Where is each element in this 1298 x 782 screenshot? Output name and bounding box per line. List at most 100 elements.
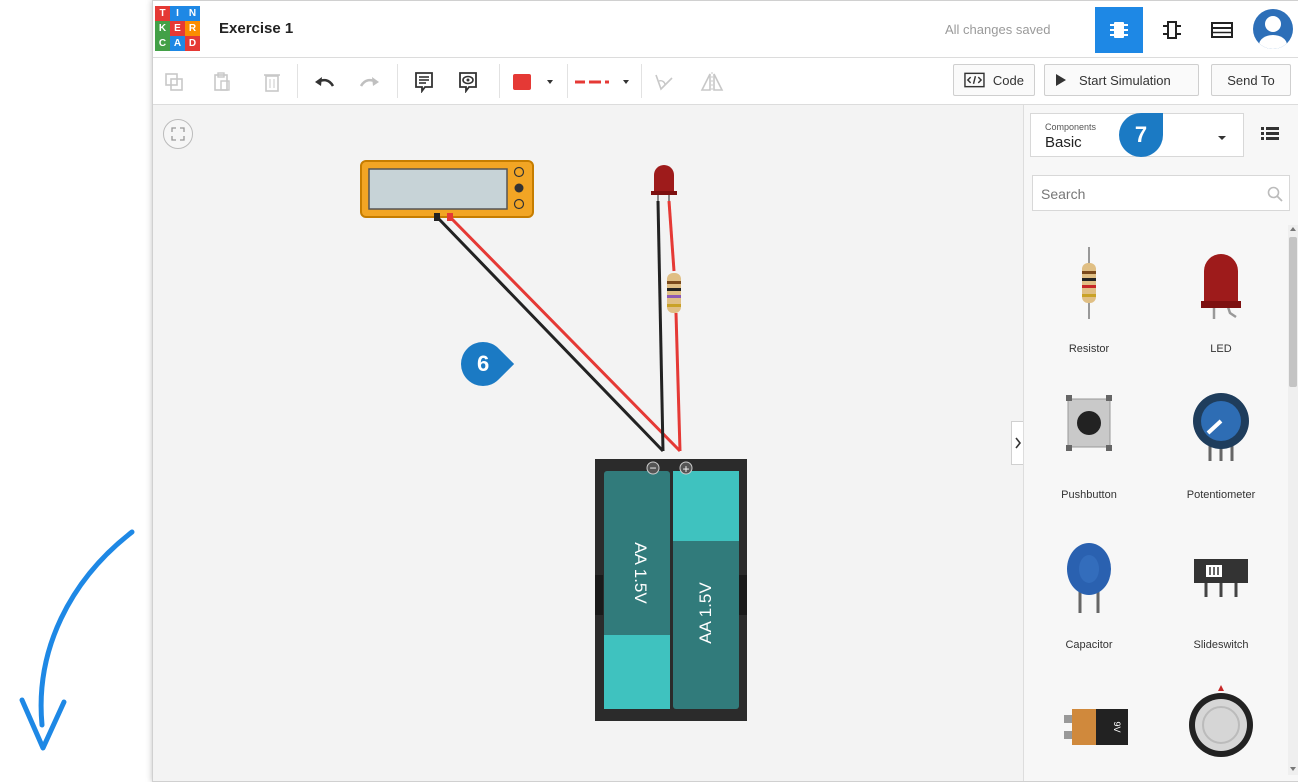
logo-letter: T: [155, 6, 170, 21]
callout-number: 6: [476, 351, 490, 376]
scroll-up-icon[interactable]: [1288, 225, 1298, 233]
chip-icon: [1110, 22, 1128, 38]
resistor-wire: [674, 312, 682, 452]
logo-letter: E: [170, 21, 185, 36]
led-icon: [1201, 254, 1241, 319]
curved-arrow-icon: [19, 529, 135, 751]
component-item-resistor[interactable]: Resistor: [1034, 243, 1144, 363]
notes-visibility-button[interactable]: [455, 69, 481, 95]
redo-icon: [359, 77, 379, 87]
paste-icon: [214, 72, 230, 91]
circuit-drawing: − + AA 1.5V AA 1.5V: [360, 160, 747, 721]
plus-terminal-label: +: [682, 462, 689, 476]
color-swatch-icon: [513, 74, 553, 90]
component-item-pushbutton[interactable]: Pushbutton: [1034, 387, 1144, 517]
list-icon: [1261, 127, 1279, 140]
wire-style-picker[interactable]: [573, 69, 635, 95]
table-icon: [1211, 22, 1233, 38]
toolbar-divider: [499, 64, 500, 98]
copy-button[interactable]: [161, 69, 187, 95]
component-label: Potentiometer: [1186, 489, 1256, 501]
led[interactable]: [651, 165, 677, 201]
scroll-down-icon[interactable]: [1288, 765, 1298, 773]
tinkercad-window: TINKERCAD Exercise 1 All changes saved C…: [152, 0, 1298, 782]
component-item-led[interactable]: LED: [1166, 243, 1276, 363]
delete-button[interactable]: [259, 69, 285, 95]
battery-9v-icon: 9V: [1064, 709, 1128, 745]
component-item-coin-cell[interactable]: [1166, 675, 1276, 781]
logo-letter: D: [185, 36, 200, 51]
component-item-potentiometer[interactable]: Potentiometer: [1166, 387, 1276, 517]
component-item-capacitor[interactable]: Capacitor: [1034, 535, 1144, 665]
rotate-button[interactable]: [651, 69, 677, 95]
save-status: All changes saved: [945, 22, 1051, 37]
fill-color-picker[interactable]: [513, 69, 563, 95]
component-item-battery-9v[interactable]: 9V: [1034, 687, 1144, 781]
code-button[interactable]: Code: [953, 64, 1035, 96]
battery-pack[interactable]: [595, 459, 747, 721]
scrollbar-thumb[interactable]: [1289, 237, 1297, 387]
resistor-icon: [1082, 247, 1096, 319]
undo-icon: [315, 77, 335, 87]
capacitor-icon: [1067, 543, 1111, 613]
redo-button[interactable]: [357, 69, 383, 95]
logo-letter: C: [155, 36, 170, 51]
paste-button[interactable]: [209, 69, 235, 95]
led-anode-wire: [667, 200, 676, 272]
logo-letter: K: [155, 21, 170, 36]
user-icon: [1259, 16, 1287, 49]
search-icon[interactable]: [1267, 186, 1283, 202]
schematic-view-button[interactable]: [1148, 7, 1196, 53]
components-caption: Components: [1045, 122, 1097, 132]
battery-9v-label: 9V: [1112, 721, 1122, 732]
top-bar: TINKERCAD Exercise 1 All changes saved: [153, 1, 1298, 58]
logo-letter: N: [185, 6, 200, 21]
code-icon: [964, 72, 985, 88]
component-label: Pushbutton: [1061, 489, 1117, 501]
callout-number: 7: [1134, 122, 1148, 147]
multimeter[interactable]: [360, 160, 534, 221]
send-to-button[interactable]: Send To: [1211, 64, 1291, 96]
component-grid: Resistor LED Pushbutton Potentiometer Ca…: [1030, 225, 1282, 781]
multimeter-red-wire: [448, 215, 682, 453]
toolbar-divider: [397, 64, 398, 98]
note-icon: [415, 72, 433, 93]
schematic-icon: [1163, 21, 1181, 39]
circuit-view-button[interactable]: [1095, 7, 1143, 53]
copy-icon: [165, 73, 183, 91]
component-scrollbar[interactable]: [1288, 225, 1298, 775]
flip-button[interactable]: [699, 69, 725, 95]
toolbar-divider: [297, 64, 298, 98]
fit-view-button[interactable]: [163, 119, 193, 149]
battery-label-2: AA 1.5V: [696, 582, 715, 644]
multimeter-black-wire: [435, 215, 665, 453]
send-to-label: Send To: [1227, 72, 1275, 88]
undo-button[interactable]: [311, 69, 337, 95]
circuit-canvas[interactable]: − + AA 1.5V AA 1.5V: [153, 105, 1024, 781]
resistor[interactable]: [667, 273, 681, 313]
code-label: Code: [992, 72, 1024, 88]
search-input[interactable]: Search: [1041, 186, 1085, 202]
search-box: Search: [1032, 175, 1290, 211]
start-simulation-button[interactable]: Start Simulation: [1044, 64, 1199, 96]
toolbar-divider: [567, 64, 568, 98]
component-list-view-button[interactable]: [1198, 7, 1246, 53]
logo-letter: I: [170, 6, 185, 21]
flip-icon: [700, 72, 724, 92]
components-value: Basic: [1045, 134, 1082, 151]
eye-note-icon: [459, 72, 477, 93]
logo-letter: A: [170, 36, 185, 51]
notes-button[interactable]: [411, 69, 437, 95]
trash-icon: [264, 74, 280, 92]
potentiometer-icon: [1193, 393, 1249, 461]
component-item-slideswitch[interactable]: Slideswitch: [1166, 535, 1276, 665]
user-avatar[interactable]: [1253, 9, 1293, 49]
design-title[interactable]: Exercise 1: [219, 20, 293, 37]
tinkercad-logo[interactable]: TINKERCAD: [155, 6, 200, 51]
list-view-button[interactable]: [1260, 125, 1284, 145]
rotate-icon: [655, 74, 673, 91]
battery-label-1: AA 1.5V: [631, 542, 650, 604]
components-panel: Components Basic Search Resistor LED Pus…: [1023, 105, 1298, 781]
toolbar-divider: [641, 64, 642, 98]
callout-badge-7: 7: [1119, 113, 1163, 157]
